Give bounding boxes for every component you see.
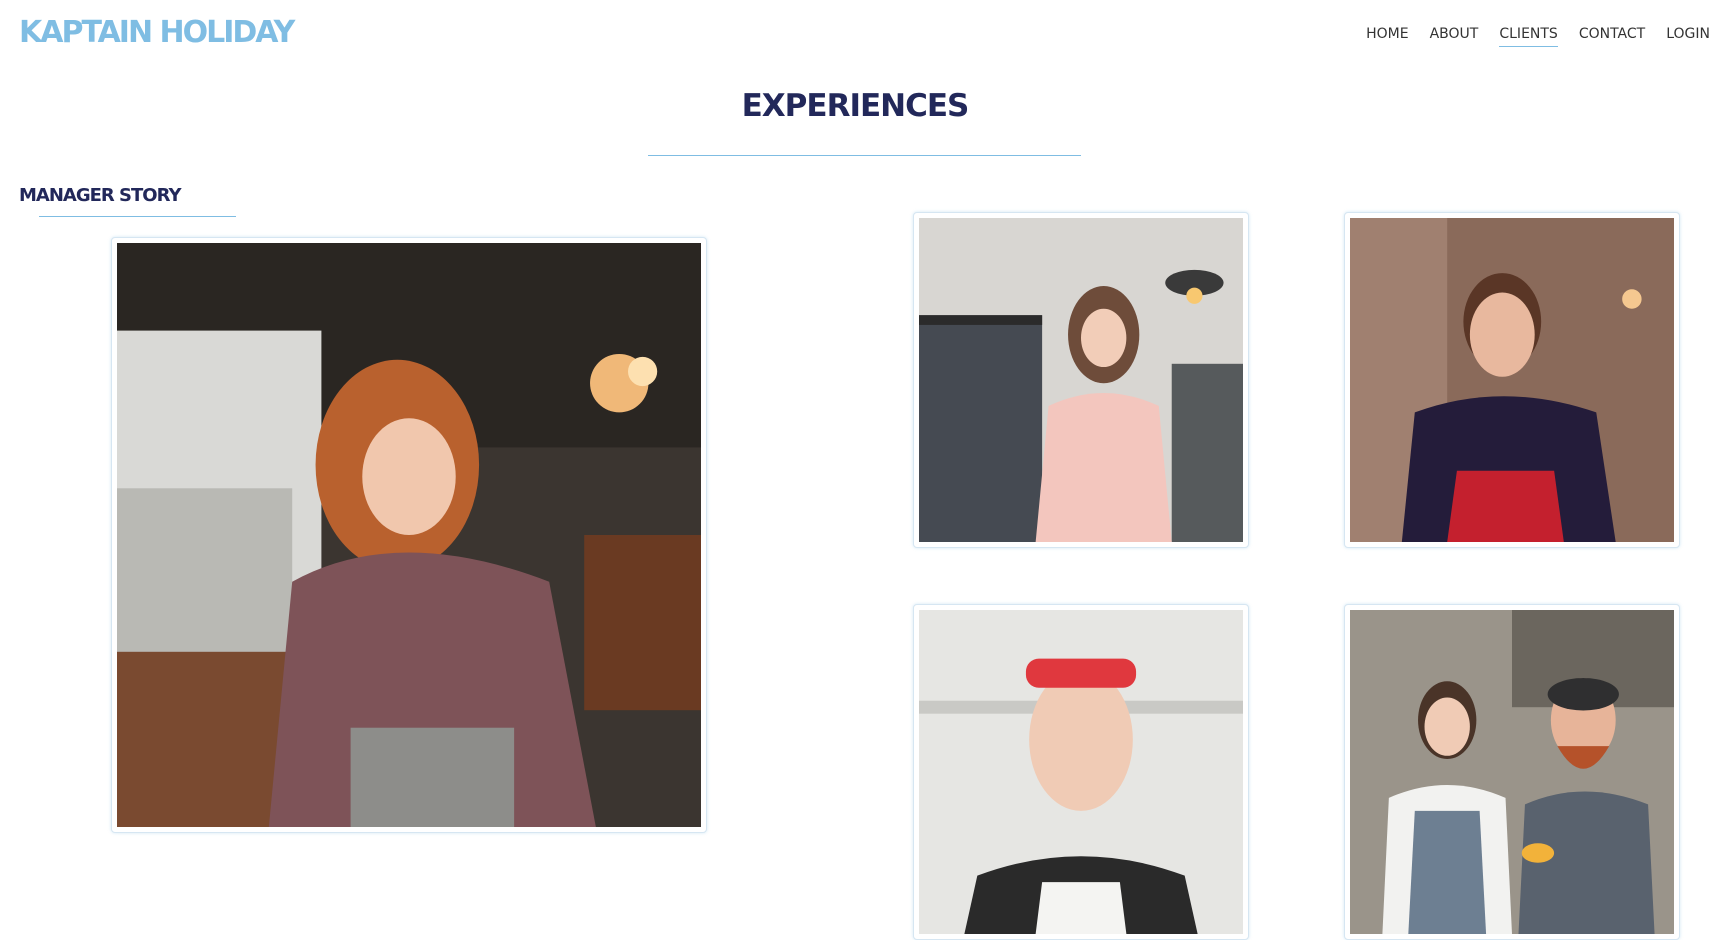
client-photo-2 <box>1350 218 1674 542</box>
manager-photo-frame[interactable] <box>111 237 707 833</box>
client-photo-1 <box>919 218 1243 542</box>
section-divider <box>39 216 236 217</box>
client-photo-4-frame[interactable] <box>1344 604 1680 940</box>
manager-photo <box>117 243 701 827</box>
client-photo-2-frame[interactable] <box>1344 212 1680 548</box>
nav-clients[interactable]: CLIENTS <box>1499 25 1558 47</box>
nav-about[interactable]: ABOUT <box>1430 25 1479 47</box>
nav-home[interactable]: HOME <box>1366 25 1408 47</box>
main-nav: HOME ABOUT CLIENTS CONTACT LOGIN <box>1345 25 1710 47</box>
client-photo-3 <box>919 610 1243 934</box>
site-logo[interactable]: KAPTAIN HOLIDAY <box>19 14 295 52</box>
page-title: EXPERIENCES <box>741 88 970 124</box>
section-heading: MANAGER STORY <box>19 185 181 206</box>
client-photo-3-frame[interactable] <box>913 604 1249 940</box>
title-divider <box>648 155 1081 156</box>
client-photo-4 <box>1350 610 1674 934</box>
client-photo-1-frame[interactable] <box>913 212 1249 548</box>
nav-login[interactable]: LOGIN <box>1666 25 1710 47</box>
nav-contact[interactable]: CONTACT <box>1579 25 1645 47</box>
